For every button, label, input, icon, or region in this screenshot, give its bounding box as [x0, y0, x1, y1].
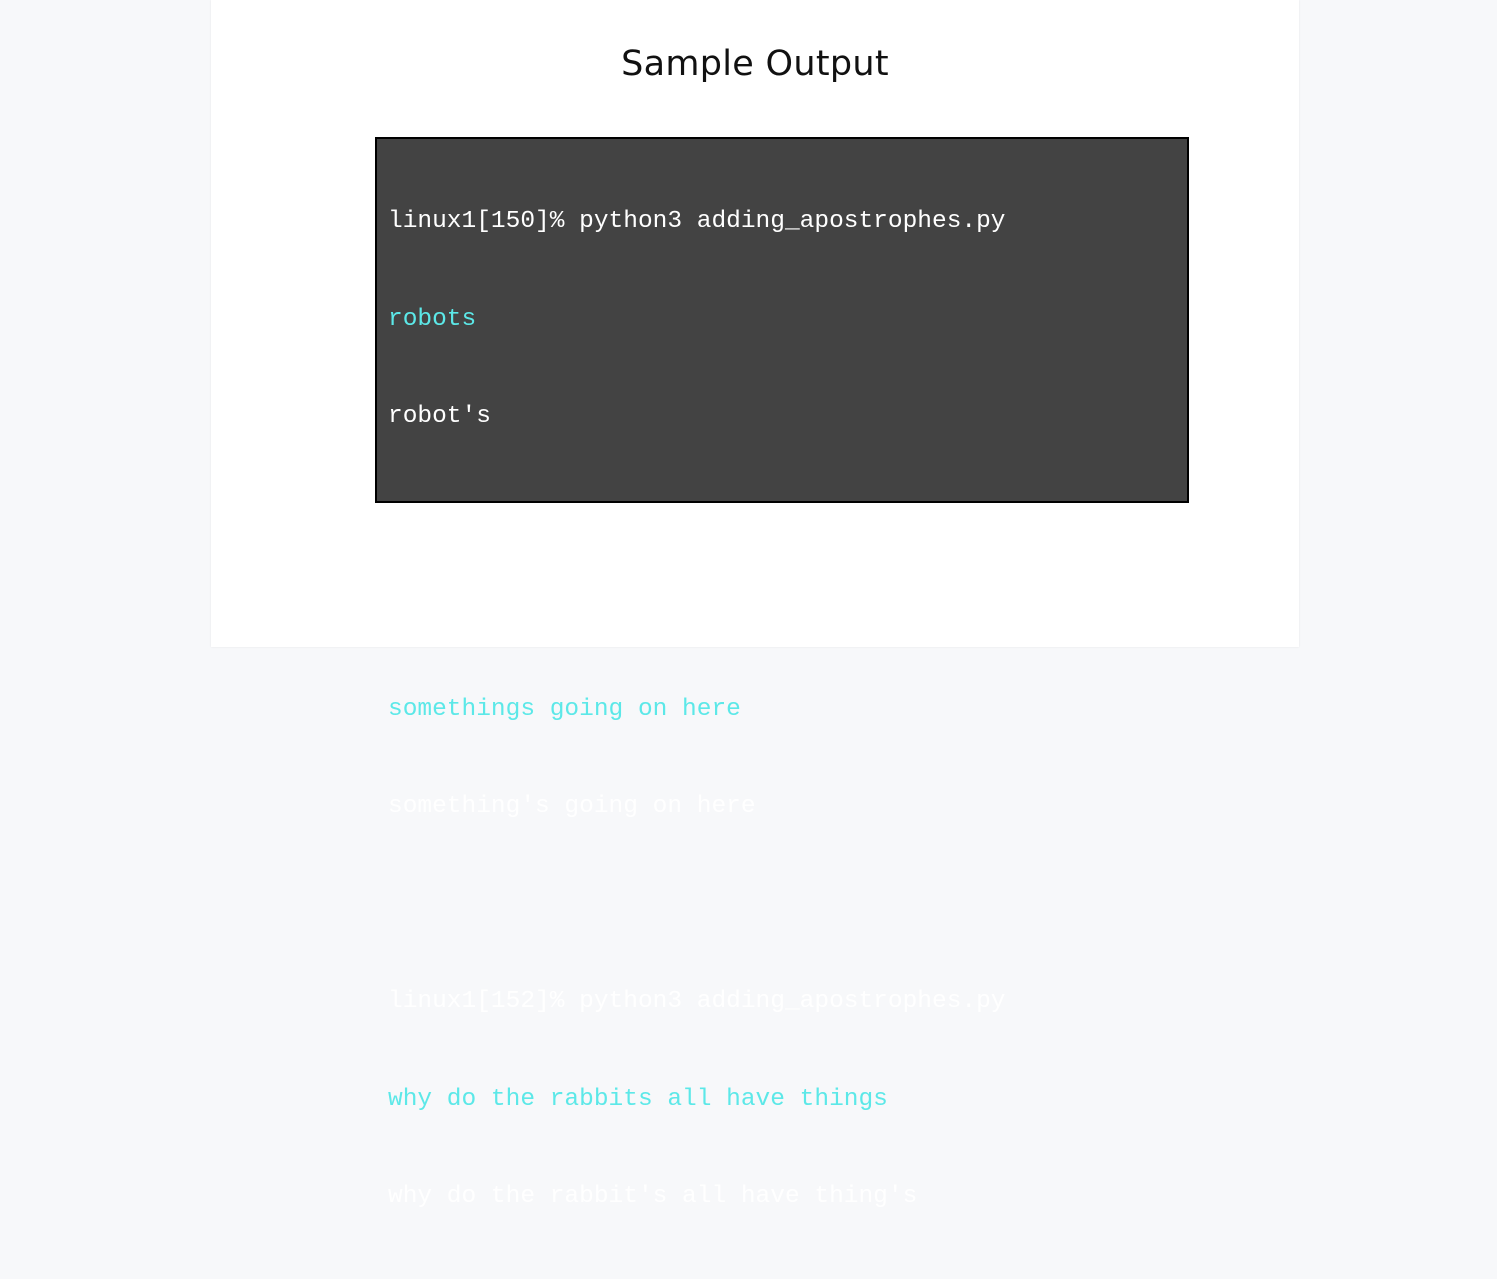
terminal-line-command: linux1[152]% python3 adding_apostrophes.… — [388, 988, 1006, 1015]
terminal-line-output: why do the rabbit's all have thing's — [388, 1183, 918, 1210]
terminal-line-output: something's going on here — [388, 793, 756, 820]
terminal-line-command: linux1[151]% python3 adding_apostrophes.… — [388, 598, 1006, 625]
section-title: Sample Output — [621, 44, 889, 84]
terminal-line-user-input: somethings going on here — [388, 695, 741, 723]
content-card: Sample Output linux1[150]% python3 addin… — [211, 0, 1299, 1210]
terminal-line-output: robot's — [388, 403, 491, 430]
terminal-line-command: linux1[150]% python3 adding_apostrophes.… — [388, 208, 1006, 235]
terminal-line-user-input: robots — [388, 305, 477, 333]
terminal-output-block: linux1[150]% python3 adding_apostrophes.… — [375, 137, 1189, 1210]
terminal-lines: linux1[150]% python3 adding_apostrophes.… — [388, 141, 1006, 1279]
terminal-line-user-input: why do the rabbits all have things — [388, 1085, 888, 1113]
